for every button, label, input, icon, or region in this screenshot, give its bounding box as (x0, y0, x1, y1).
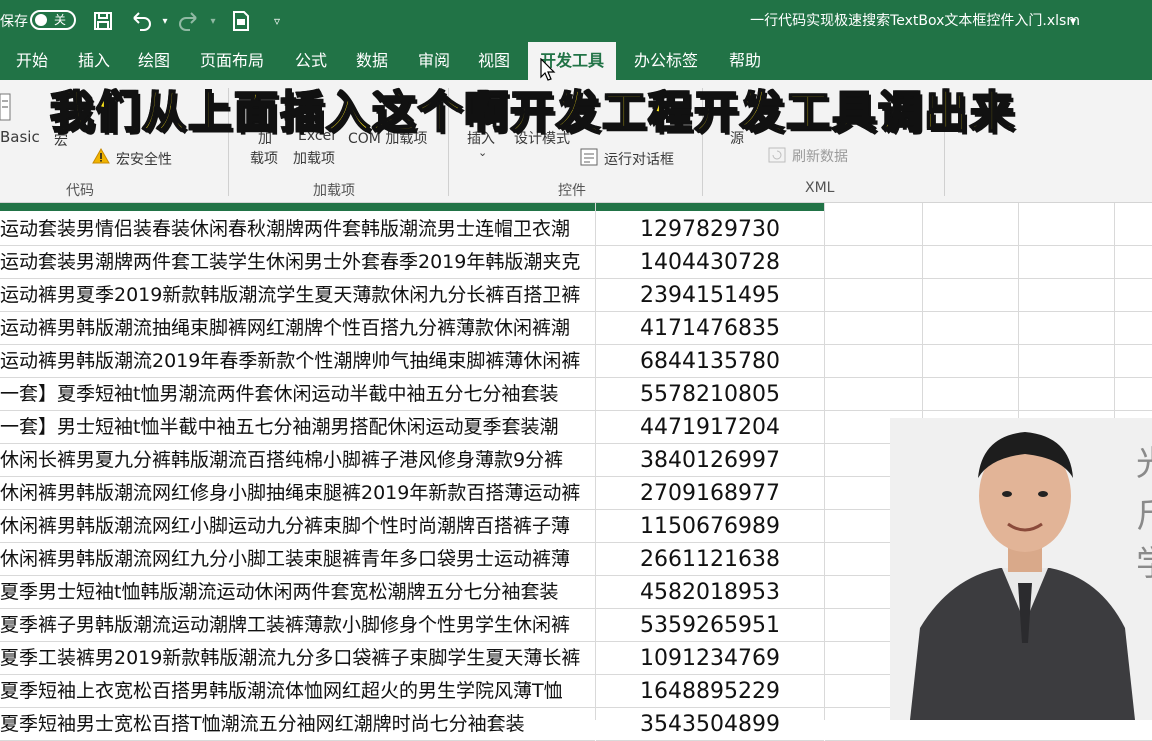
undo-icon[interactable] (128, 8, 154, 34)
product-id-cell[interactable]: 1404430728 (596, 246, 824, 279)
table-row[interactable]: 运动裤男韩版潮流抽绳束脚裤网红潮牌个性百搭九分裤薄款休闲裤潮 4171476835 (0, 312, 1152, 345)
group-controls-label: 控件 (558, 183, 586, 199)
product-id-cell[interactable]: 5359265951 (596, 609, 824, 642)
redo-dropdown-icon[interactable]: ▾ (200, 8, 226, 34)
product-name-cell[interactable]: 夏季短袖上衣宽松百搭男韩版潮流体恤网红超火的男生学院风薄T恤 (0, 675, 595, 708)
empty-cell[interactable] (825, 345, 1152, 378)
warning-icon (92, 147, 110, 168)
ribbon-tabs: 开始 插入 绘图 页面布局 公式 数据 审阅 视图 开发工具 办公标签 帮助 (0, 42, 1152, 80)
refresh-data-icon (768, 146, 786, 168)
empty-cell[interactable] (825, 378, 1152, 411)
group-xml-label: XML (805, 180, 835, 196)
redo-icon[interactable] (176, 8, 202, 34)
product-id-cell[interactable]: 4471917204 (596, 411, 824, 444)
insert-dropdown-icon[interactable]: ⌄ (478, 146, 487, 159)
presenter-video: 光 斤 学 (890, 418, 1152, 720)
tab-insert[interactable]: 插入 (78, 42, 110, 80)
product-name-cell[interactable]: 运动套装男潮牌两件套工装学生休闲男士外套春季2019年韩版潮夹克 (0, 246, 595, 279)
product-id-cell[interactable]: 4582018953 (596, 576, 824, 609)
run-dialog-icon (580, 148, 598, 170)
product-name-cell[interactable]: 休闲裤男韩版潮流网红小脚运动九分裤束脚个性时尚潮牌百搭裤子薄 (0, 510, 595, 543)
macro-security-button[interactable]: 宏安全性 (116, 149, 172, 169)
autosave-toggle[interactable]: 关 (30, 10, 76, 30)
excel-addins-label-2[interactable]: 加载项 (293, 148, 335, 168)
run-dialog-button[interactable]: 运行对话框 (604, 149, 674, 169)
tab-office-tabs[interactable]: 办公标签 (634, 42, 698, 80)
product-name-cell[interactable]: 休闲长裤男夏九分裤韩版潮流百搭纯棉小脚裤子港风修身薄款9分裤 (0, 444, 595, 477)
product-id-cell[interactable]: 3543504899 (596, 708, 824, 741)
product-id-cell[interactable]: 1648895229 (596, 675, 824, 708)
product-name-cell[interactable]: 休闲裤男韩版潮流网红修身小脚抽绳束腿裤2019年新款百搭薄运动裤 (0, 477, 595, 510)
tab-help[interactable]: 帮助 (729, 42, 761, 80)
visual-basic-icon[interactable] (0, 92, 12, 126)
group-code-label: 代码 (66, 183, 94, 199)
title-dropdown-icon[interactable]: ▾ (1070, 0, 1076, 42)
undo-dropdown-icon[interactable]: ▾ (152, 8, 178, 34)
product-name-cell[interactable]: 运动裤男韩版潮流抽绳束脚裤网红潮牌个性百搭九分裤薄款休闲裤潮 (0, 312, 595, 345)
tab-review[interactable]: 审阅 (418, 42, 450, 80)
autosave-label: 保存 (0, 14, 28, 30)
tab-draw[interactable]: 绘图 (138, 42, 170, 80)
document-title: 一行代码实现极速搜索TextBox文本框控件入门.xlsm (750, 13, 1080, 29)
presenter-text-3: 学 (1136, 536, 1152, 585)
presenter-text-1: 光 (1136, 436, 1152, 485)
table-row[interactable]: 运动裤男夏季2019新款韩版潮流学生夏天薄款休闲九分长裤百搭卫裤 23941514… (0, 279, 1152, 312)
tab-formulas[interactable]: 公式 (295, 42, 327, 80)
product-id-cell[interactable]: 2661121638 (596, 543, 824, 576)
save-icon[interactable] (90, 8, 116, 34)
product-name-cell[interactable]: 休闲裤男韩版潮流网红九分小脚工装束腿裤青年多口袋男士运动裤薄 (0, 543, 595, 576)
selected-column-header (0, 203, 824, 211)
addins-button-label-2[interactable]: 载项 (250, 148, 278, 168)
tab-view[interactable]: 视图 (478, 42, 510, 80)
table-row[interactable]: 一套】夏季短袖t恤男潮流两件套休闲运动半截中袖五分七分袖套装 5578210805 (0, 378, 1152, 411)
autosave-state: 关 (54, 13, 67, 27)
product-name-cell[interactable]: 夏季男士短袖t恤韩版潮流运动休闲两件套宽松潮牌五分七分袖套装 (0, 576, 595, 609)
table-row[interactable]: 运动裤男韩版潮流2019年春季新款个性潮牌帅气抽绳束脚裤薄休闲裤 68441357… (0, 345, 1152, 378)
product-name-cell[interactable]: 夏季短袖男士宽松百搭T恤潮流五分袖网红潮牌时尚七分袖套装 (0, 708, 595, 741)
empty-cell[interactable] (825, 213, 1152, 246)
presenter-figure (890, 418, 1152, 720)
tab-home[interactable]: 开始 (16, 42, 48, 80)
product-name-cell[interactable]: 夏季裤子男韩版潮流运动潮牌工装裤薄款小脚修身个性男学生休闲裤 (0, 609, 595, 642)
customize-icon[interactable]: ▿ (264, 8, 290, 34)
product-name-cell[interactable]: 一套】夏季短袖t恤男潮流两件套休闲运动半截中袖五分七分袖套装 (0, 378, 595, 411)
presenter-text-2: 斤 (1136, 488, 1152, 537)
product-id-cell[interactable]: 1091234769 (596, 642, 824, 675)
table-row[interactable]: 运动套装男情侣装春装休闲春秋潮牌两件套韩版潮流男士连帽卫衣潮 1297829730 (0, 213, 1152, 246)
toggle-knob (35, 14, 47, 26)
video-caption: 我们从上面插入这个啊开发工程开发工具调出来 (49, 86, 1016, 139)
empty-cell[interactable] (825, 246, 1152, 279)
product-id-cell[interactable]: 1150676989 (596, 510, 824, 543)
product-name-cell[interactable]: 运动裤男夏季2019新款韩版潮流学生夏天薄款休闲九分长裤百搭卫裤 (0, 279, 595, 312)
product-name-cell[interactable]: 夏季工装裤男2019新款韩版潮流九分多口袋裤子束脚学生夏天薄长裤 (0, 642, 595, 675)
tab-page-layout[interactable]: 页面布局 (200, 42, 264, 80)
product-id-cell[interactable]: 6844135780 (596, 345, 824, 378)
product-name-cell[interactable]: 一套】男士短袖t恤半截中袖五七分袖潮男搭配休闲运动夏季套装潮 (0, 411, 595, 444)
table-row[interactable]: 运动套装男潮牌两件套工装学生休闲男士外套春季2019年韩版潮夹克 14044307… (0, 246, 1152, 279)
product-name-cell[interactable]: 运动套装男情侣装春装休闲春秋潮牌两件套韩版潮流男士连帽卫衣潮 (0, 213, 595, 246)
product-id-cell[interactable]: 5578210805 (596, 378, 824, 411)
product-id-cell[interactable]: 1297829730 (596, 213, 824, 246)
macro-icon[interactable] (228, 8, 254, 34)
product-id-cell[interactable]: 3840126997 (596, 444, 824, 477)
product-name-cell[interactable]: 运动裤男韩版潮流2019年春季新款个性潮牌帅气抽绳束脚裤薄休闲裤 (0, 345, 595, 378)
refresh-data-button[interactable]: 刷新数据 (792, 146, 848, 166)
empty-cell[interactable] (825, 312, 1152, 345)
product-id-cell[interactable]: 4171476835 (596, 312, 824, 345)
group-addins-label: 加载项 (313, 183, 355, 199)
tab-data[interactable]: 数据 (356, 42, 388, 80)
product-id-cell[interactable]: 2394151495 (596, 279, 824, 312)
visual-basic-button[interactable]: Basic (0, 128, 40, 146)
product-id-cell[interactable]: 2709168977 (596, 477, 824, 510)
empty-cell[interactable] (825, 279, 1152, 312)
title-bar: 保存 关 ▾ ▾ ▿ 一行代码实现极速搜索TextBox文本框控件入门.xlsm… (0, 0, 1152, 42)
